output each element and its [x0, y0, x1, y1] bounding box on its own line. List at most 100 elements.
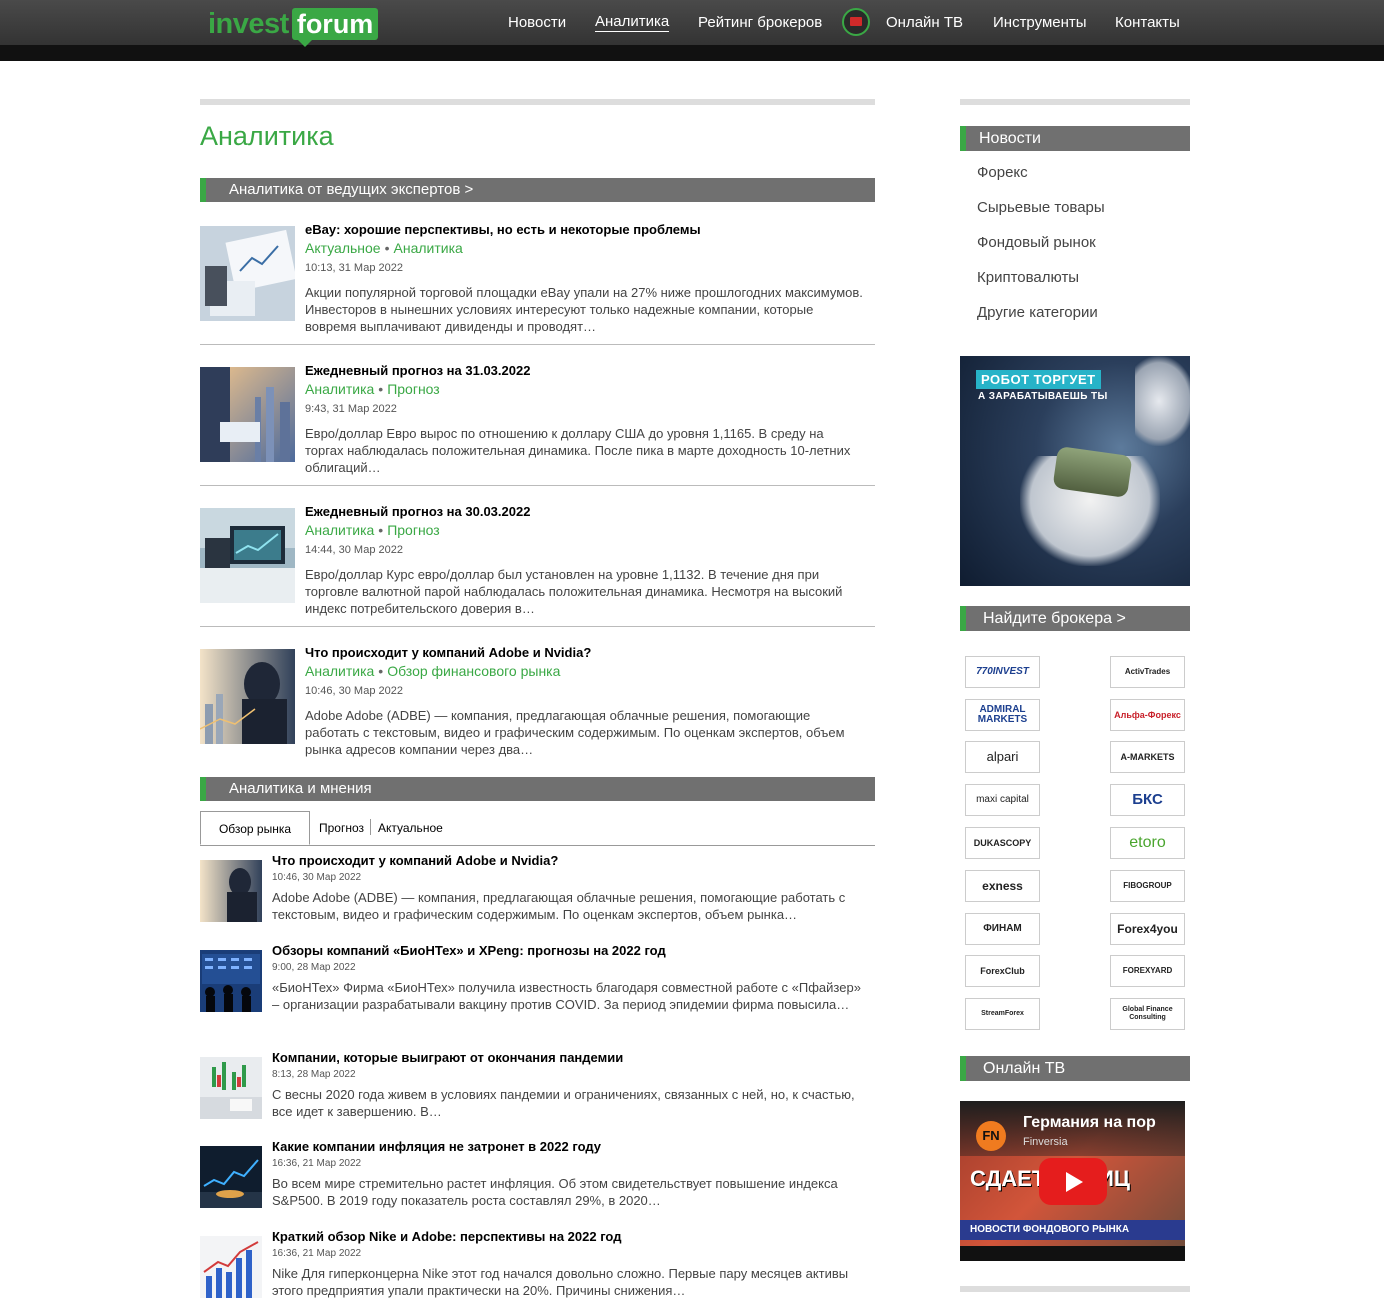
opinion-date: 8:13, 28 Мар 2022 [272, 1069, 356, 1080]
video-title[interactable]: Германия на пор [1023, 1114, 1156, 1132]
opinion-excerpt: «БиоНТех» Фирма «БиоНТех» получила извес… [272, 980, 861, 1012]
tab-market-review[interactable]: Обзор рынка [200, 811, 310, 845]
opinion-title[interactable]: Краткий обзор Nike и Adobe: перспективы … [272, 1229, 621, 1244]
sidebar-top-divider [960, 99, 1190, 105]
opinion-excerpt: Во всем мире стремительно растет инфляци… [272, 1176, 838, 1208]
video-bottom-bar [960, 1246, 1185, 1261]
article-date: 10:13, 31 Мар 2022 [305, 262, 403, 274]
article-thumbnail[interactable] [200, 860, 262, 922]
tab-bar: Обзор рынка Прогноз Актуальное [200, 811, 875, 846]
article-tag[interactable]: Аналитика [394, 240, 463, 256]
nav-contacts[interactable]: Контакты [1115, 0, 1180, 45]
find-broker-header[interactable]: Найдите брокера > [960, 606, 1190, 631]
broker-logo-dukascopy[interactable]: DUKASCOPY [965, 827, 1040, 859]
broker-logo-forexclub[interactable]: ForexClub [965, 955, 1040, 987]
article-excerpt: Акции популярной торговой площадки eBay … [305, 285, 863, 334]
video-banner-text: НОВОСТИ ФОНДОВОГО РЫНКА [960, 1220, 1185, 1240]
article-title[interactable]: Что происходит у компаний Adobe и Nvidia… [305, 645, 591, 660]
broker-logo-forex4you[interactable]: Forex4you [1110, 913, 1185, 945]
article-tags: Аналитика • Прогноз [305, 522, 440, 538]
experts-section-header[interactable]: Аналитика от ведущих экспертов > [200, 178, 875, 202]
sidebar-link-forex[interactable]: Форекс [977, 164, 1028, 181]
broker-logo-a-markets[interactable]: A-MARKETS [1110, 741, 1185, 773]
content-top-divider [200, 99, 875, 105]
article-divider [200, 626, 875, 627]
robot-trading-ad[interactable]: РОБОТ ТОРГУЕТ А ЗАРАБАТЫВАЕШЬ ТЫ [960, 356, 1190, 586]
nav-broker-rating[interactable]: Рейтинг брокеров [698, 0, 822, 45]
article-tag[interactable]: Прогноз [387, 381, 440, 397]
article-tags: Аналитика • Обзор финансового рынка [305, 663, 561, 679]
sidebar-link-other[interactable]: Другие категории [977, 304, 1098, 321]
broker-logo-streamforex[interactable]: StreamForex [965, 998, 1040, 1030]
nav-news[interactable]: Новости [508, 0, 566, 45]
broker-logo-770invest[interactable]: 770INVEST [965, 656, 1040, 688]
site-logo[interactable]: invest forum [208, 6, 379, 47]
article-divider [200, 344, 875, 345]
article-excerpt: Евро/доллар Евро вырос по отношению к до… [305, 426, 851, 475]
opinion-date: 16:36, 21 Мар 2022 [272, 1158, 362, 1169]
opinion-title[interactable]: Компании, которые выиграют от окончания … [272, 1050, 623, 1065]
broker-logo-activtrades[interactable]: ActivTrades [1110, 656, 1185, 688]
youtube-video-embed[interactable]: FN Германия на пор Finversia СДАЕТ ПОЗИЦ… [960, 1101, 1185, 1261]
tv-icon[interactable] [842, 8, 870, 36]
article-tags: Актуальное • Аналитика [305, 240, 463, 256]
tab-forecast[interactable]: Прогноз [319, 811, 364, 845]
opinion-excerpt: Adobe Adobe (ADBE) — компания, предлагаю… [272, 890, 846, 922]
article-tag[interactable]: Прогноз [387, 522, 440, 538]
article-tag[interactable]: Актуальное [305, 240, 381, 256]
broker-logo-maxi-capital[interactable]: maxi capital [965, 784, 1040, 816]
broker-logo-bks[interactable]: БКС [1110, 784, 1185, 816]
article-date: 14:44, 30 Мар 2022 [305, 544, 403, 556]
article-tag[interactable]: Аналитика [305, 522, 374, 538]
broker-logo-finam[interactable]: ФИНАМ [965, 913, 1040, 945]
article-title[interactable]: eBay: хорошие перспективы, но есть и нек… [305, 222, 701, 237]
article-title[interactable]: Ежедневный прогноз на 31.03.2022 [305, 363, 530, 378]
channel-logo-icon[interactable]: FN [976, 1121, 1006, 1151]
article-thumbnail[interactable] [200, 1146, 262, 1208]
article-thumbnail[interactable] [200, 1057, 262, 1119]
article-tag[interactable]: Аналитика [305, 381, 374, 397]
broker-logo-exness[interactable]: exness [965, 870, 1040, 902]
ad-subline: А ЗАРАБАТЫВАЕШЬ ТЫ [978, 391, 1108, 402]
article-tag[interactable]: Обзор финансового рынка [387, 663, 560, 679]
broker-logo-alpari[interactable]: alpari [965, 741, 1040, 773]
broker-logo-etoro[interactable]: etoro [1110, 827, 1185, 859]
broker-logo-fibogroup[interactable]: FIBOGROUP [1110, 870, 1185, 902]
nav-online-tv[interactable]: Онлайн ТВ [886, 0, 963, 45]
sidebar-link-stock-market[interactable]: Фондовый рынок [977, 234, 1096, 251]
broker-logo-admiral-markets[interactable]: ADMIRAL MARKETS [965, 699, 1040, 731]
broker-logo-alfa-forex[interactable]: Альфа-Форекс [1110, 699, 1185, 731]
article-thumbnail[interactable] [200, 508, 295, 603]
tab-actual[interactable]: Актуальное [378, 811, 443, 845]
article-tag[interactable]: Аналитика [305, 663, 374, 679]
article-thumbnail[interactable] [200, 226, 295, 321]
online-tv-header: Онлайн ТВ [960, 1056, 1190, 1081]
logo-invest-text: invest [208, 7, 289, 40]
article-thumbnail[interactable] [200, 1236, 262, 1298]
article-thumbnail[interactable] [200, 649, 295, 744]
sidebar-news-header: Новости [960, 126, 1190, 151]
article-title[interactable]: Ежедневный прогноз на 30.03.2022 [305, 504, 530, 519]
sidebar-link-commodities[interactable]: Сырьевые товары [977, 199, 1105, 216]
broker-logo-global-finance-consulting[interactable]: Global Finance Consulting [1110, 998, 1185, 1030]
article-thumbnail[interactable] [200, 367, 295, 462]
opinions-section-header: Аналитика и мнения [200, 777, 875, 801]
opinion-title[interactable]: Что происходит у компаний Adobe и Nvidia… [272, 853, 558, 868]
broker-logo-forexyard[interactable]: FOREXYARD [1110, 955, 1185, 987]
opinion-excerpt: Nike Для гиперконцерна Nike этот год нач… [272, 1266, 849, 1298]
opinion-title[interactable]: Обзоры компаний «БиоНТех» и XPeng: прогн… [272, 943, 666, 958]
sidebar-link-crypto[interactable]: Криптовалюты [977, 269, 1079, 286]
logo-forum-text: forum [291, 8, 379, 47]
opinion-excerpt: С весны 2020 года живем в условиях панде… [272, 1087, 855, 1119]
sidebar-bottom-divider [960, 1286, 1190, 1292]
page-title: Аналитика [200, 121, 334, 151]
nav-tools[interactable]: Инструменты [993, 0, 1087, 45]
video-channel: Finversia [1023, 1136, 1068, 1148]
opinion-date: 10:46, 30 Мар 2022 [272, 872, 362, 883]
article-tags: Аналитика • Прогноз [305, 381, 440, 397]
tab-separator [370, 819, 371, 835]
opinion-title[interactable]: Какие компании инфляция не затронет в 20… [272, 1139, 601, 1154]
play-icon[interactable] [1039, 1158, 1107, 1205]
nav-analytics[interactable]: Аналитика [595, 14, 670, 32]
article-thumbnail[interactable] [200, 950, 262, 1012]
